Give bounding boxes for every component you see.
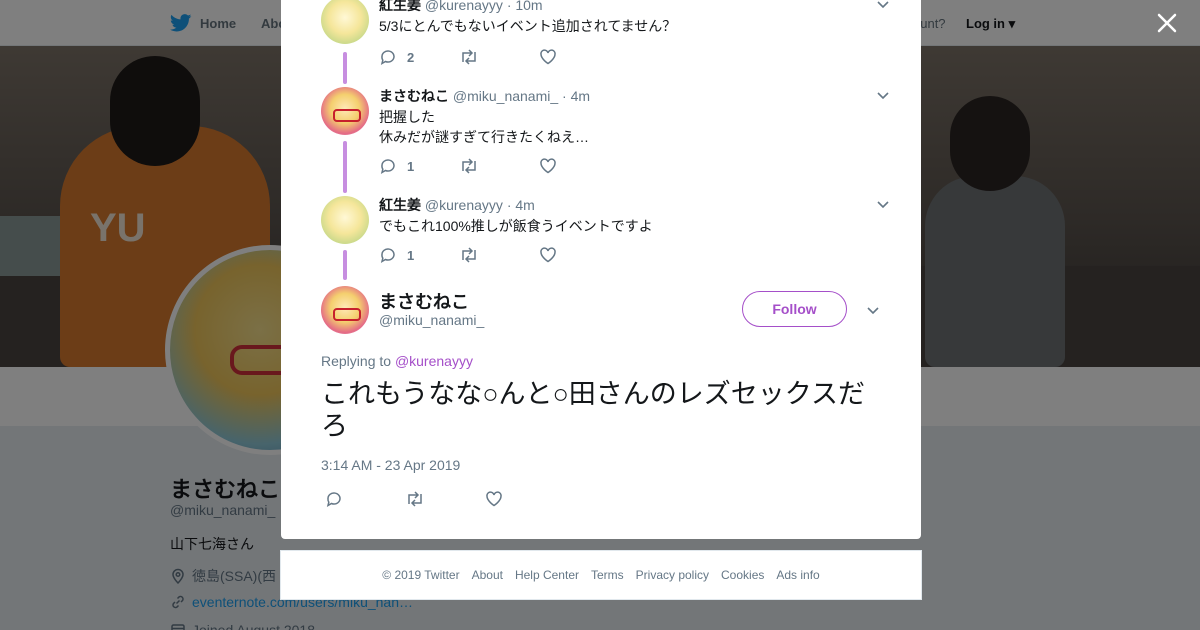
main-tweet-author-name[interactable]: まさむねこ	[379, 288, 469, 314]
tweet-header: 紅生姜 @kurenayyy · 10m	[379, 0, 891, 14]
reply-icon	[380, 50, 395, 66]
reply-count: 2	[407, 49, 415, 65]
follow-button[interactable]: Follow	[742, 291, 847, 327]
like-icon	[540, 158, 556, 174]
tweet-avatar[interactable]	[321, 0, 369, 44]
tweet-text-line: 把握した	[379, 109, 435, 125]
like-button[interactable]	[539, 246, 619, 264]
tweet-avatar[interactable]	[321, 87, 369, 135]
reply-icon	[380, 159, 395, 175]
tweet-text-line: 5/3にとんでもないイベント追加されてません？	[379, 18, 677, 34]
tweet-text: 5/3にとんでもないイベント追加されてません？	[379, 16, 891, 36]
reply-button[interactable]	[325, 490, 405, 508]
tweet-text: でもこれ100%推しが飯食うイベントですよ	[379, 216, 891, 236]
like-button[interactable]	[539, 157, 619, 175]
tweet-text: 把握した 休みだが謎すぎて行きたくねえ…	[379, 107, 891, 147]
replying-to-prefix: Replying to	[321, 353, 392, 369]
tweet-text-line: でもこれ100%推しが飯食うイベントですよ	[379, 218, 653, 234]
tweet-actions: 2	[379, 48, 619, 66]
tweet-permalink-modal: 紅生姜 @kurenayyy · 10m 5/3にとんでもないイベント追加されて…	[281, 0, 921, 539]
tweet-author-name[interactable]: 紅生姜	[379, 0, 421, 13]
main-tweet-author-handle[interactable]: @miku_nanami_	[379, 312, 484, 328]
footer-link-help-center[interactable]: Help Center	[515, 568, 579, 582]
chevron-down-icon[interactable]	[875, 87, 891, 103]
retweet-button[interactable]	[405, 490, 485, 508]
tweet-author-name[interactable]: 紅生姜	[379, 197, 421, 213]
footer-link-ads-info[interactable]: Ads info	[776, 568, 819, 582]
reply-count: 1	[407, 158, 415, 174]
footer-link-cookies[interactable]: Cookies	[721, 568, 764, 582]
retweet-icon	[462, 158, 476, 174]
main-tweet-actions	[325, 490, 565, 508]
chevron-down-icon[interactable]	[875, 196, 891, 212]
reply-button[interactable]: 1	[379, 246, 459, 264]
like-button[interactable]	[485, 490, 565, 508]
retweet-button[interactable]	[459, 157, 539, 175]
reply-icon	[326, 492, 341, 508]
modal-footer: © 2019 Twitter About Help Center Terms P…	[280, 550, 922, 600]
tweet-author-handle[interactable]: @kurenayyy	[425, 0, 503, 13]
thread-tweet[interactable]: 紅生姜 @kurenayyy · 10m 5/3にとんでもないイベント追加されて…	[321, 0, 891, 86]
like-icon	[486, 491, 502, 507]
tweet-header: 紅生姜 @kurenayyy · 4m	[379, 196, 891, 214]
retweet-button[interactable]	[459, 48, 539, 66]
footer-link-about[interactable]: About	[472, 568, 503, 582]
tweet-time[interactable]: · 10m	[507, 0, 543, 13]
retweet-icon	[408, 491, 422, 507]
chevron-down-icon[interactable]	[865, 302, 881, 318]
thread-tweet[interactable]: まさむねこ @miku_nanami_ · 4m 把握した 休みだが謎すぎて行き…	[321, 87, 891, 187]
reply-button[interactable]: 2	[379, 48, 459, 66]
close-modal-button[interactable]	[1152, 10, 1182, 40]
footer-link-privacy[interactable]: Privacy policy	[636, 568, 709, 582]
tweet-actions: 1	[379, 246, 619, 264]
footer-copyright: © 2019 Twitter	[382, 568, 460, 582]
tweet-time[interactable]: · 4m	[562, 88, 590, 104]
tweet-text-line: 休みだが謎すぎて行きたくねえ…	[379, 129, 589, 145]
tweet-time[interactable]: · 4m	[507, 197, 535, 213]
retweet-button[interactable]	[459, 246, 539, 264]
tweet-header: まさむねこ @miku_nanami_ · 4m	[379, 87, 891, 105]
retweet-icon	[462, 49, 476, 65]
tweet-body: 紅生姜 @kurenayyy · 4m でもこれ100%推しが飯食うイベントです…	[379, 196, 891, 236]
main-tweet-text: これもうなな○んと○田さんのレズセックスだろ	[321, 379, 865, 441]
thread-tweet[interactable]: 紅生姜 @kurenayyy · 4m でもこれ100%推しが飯食うイベントです…	[321, 196, 891, 276]
tweet-actions: 1	[379, 157, 619, 175]
tweet-body: まさむねこ @miku_nanami_ · 4m 把握した 休みだが謎すぎて行き…	[379, 87, 891, 147]
tweet-avatar[interactable]	[321, 196, 369, 244]
reply-count: 1	[407, 247, 415, 263]
main-tweet-timestamp[interactable]: 3:14 AM - 23 Apr 2019	[321, 457, 460, 473]
tweet-body: 紅生姜 @kurenayyy · 10m 5/3にとんでもないイベント追加されて…	[379, 0, 891, 36]
like-button[interactable]	[539, 48, 619, 66]
replying-to: Replying to @kurenayyy	[321, 353, 473, 369]
tweet-author-handle[interactable]: @kurenayyy	[425, 197, 503, 213]
reply-icon	[380, 248, 395, 264]
reply-button[interactable]: 1	[379, 157, 459, 175]
replying-to-handle[interactable]: @kurenayyy	[395, 353, 473, 369]
main-tweet-avatar[interactable]	[321, 286, 369, 334]
tweet-author-handle[interactable]: @miku_nanami_	[453, 88, 558, 104]
like-icon	[540, 49, 556, 65]
like-icon	[540, 247, 556, 263]
footer-link-terms[interactable]: Terms	[591, 568, 624, 582]
tweet-author-name[interactable]: まさむねこ	[379, 88, 449, 104]
retweet-icon	[462, 247, 476, 263]
close-icon	[1157, 13, 1177, 33]
chevron-down-icon[interactable]	[875, 0, 891, 12]
